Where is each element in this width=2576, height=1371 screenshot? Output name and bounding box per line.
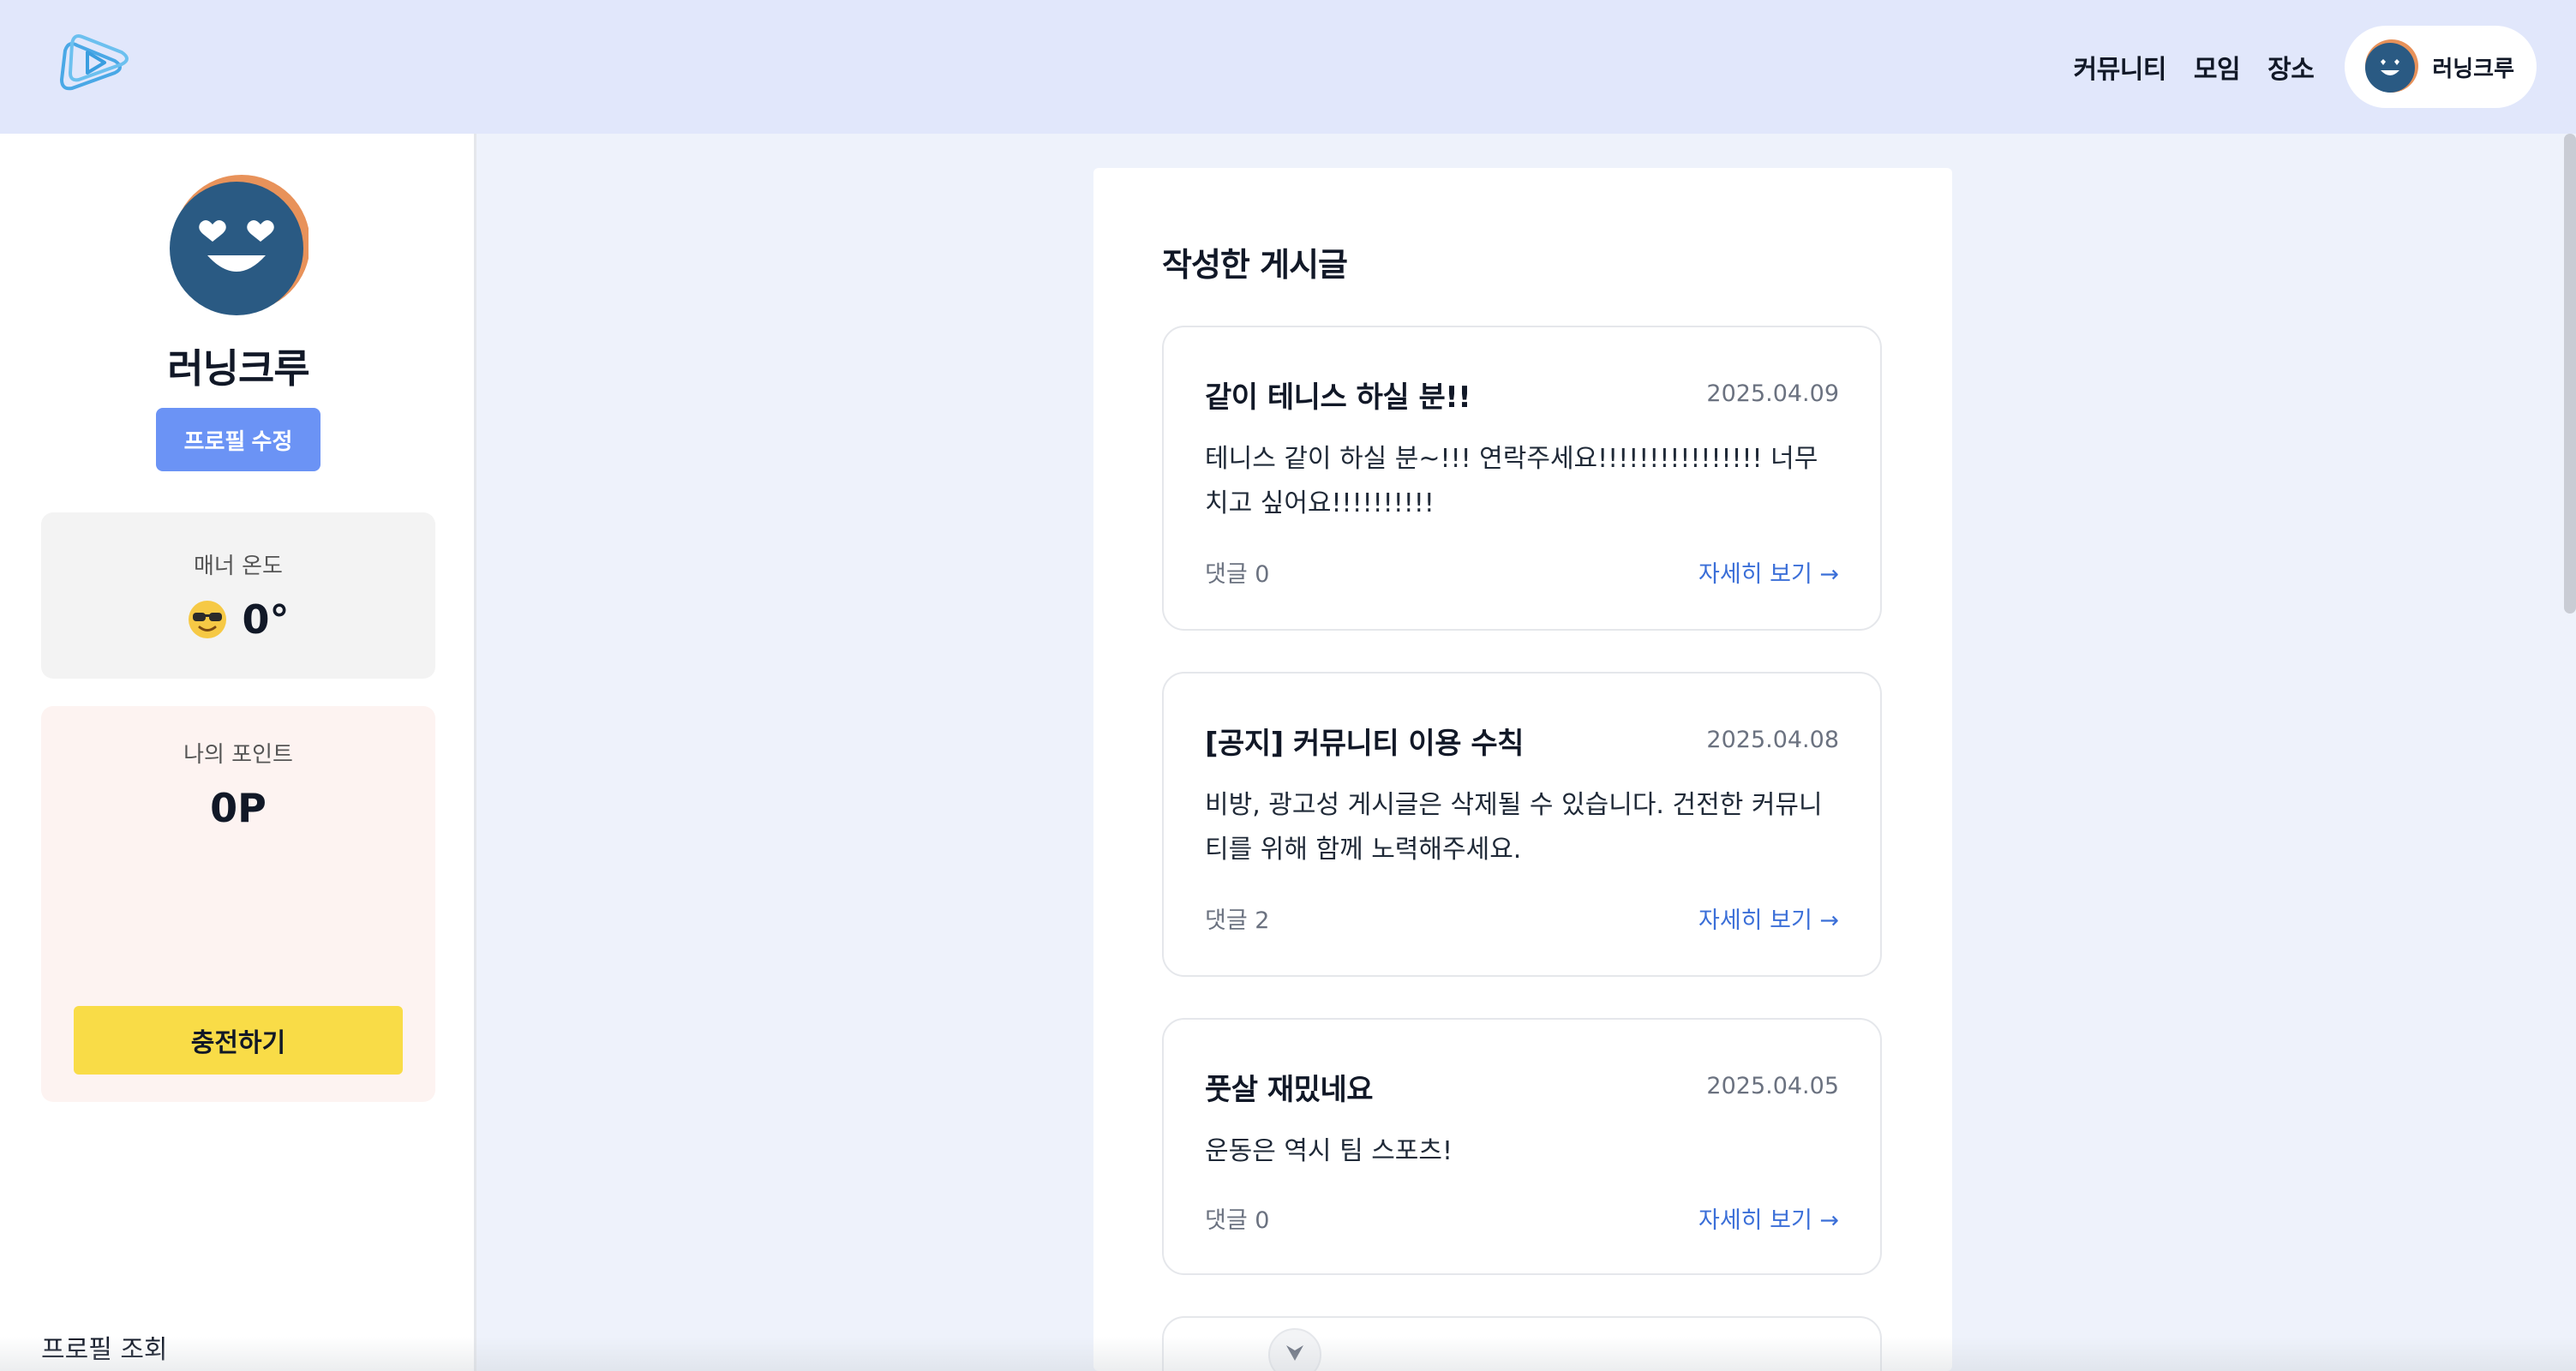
user-name: 러닝크루 bbox=[2432, 56, 2514, 82]
main-nav: 커뮤니티 모임 장소 러닝크루 bbox=[2074, 26, 2537, 108]
post-body: 비방, 광고성 게시글은 삭제될 수 있습니다. 건전한 커뮤니티를 위해 함께… bbox=[1205, 790, 1823, 865]
post-date: 2025.04.09 bbox=[1706, 380, 1839, 407]
top-header: 커뮤니티 모임 장소 러닝크루 bbox=[0, 0, 2576, 134]
points-card: 나의 포인트 0P 충전하기 bbox=[41, 706, 435, 1102]
manner-value-row: 0° bbox=[41, 596, 435, 643]
charge-button[interactable]: 충전하기 bbox=[74, 1006, 403, 1075]
points-label: 나의 포인트 bbox=[183, 742, 293, 768]
profile-sidebar: 러닝크루 프로필 수정 매너 온도 0° 나의 포인트 0P 충전하기 프로필 … bbox=[0, 134, 476, 1371]
post-body: 테니스 같이 하실 분~!!! 연락주세요!!!!!!!!!!!!!!!! 너무… bbox=[1205, 444, 1818, 518]
nav-place[interactable]: 장소 bbox=[2267, 48, 2315, 86]
post-comment-count: 댓글 0 bbox=[1205, 1207, 1270, 1234]
post-date: 2025.04.08 bbox=[1706, 727, 1839, 753]
post-title: 같이 테니스 하실 분!! bbox=[1205, 380, 1471, 415]
manner-temperature-card: 매너 온도 0° bbox=[41, 512, 435, 679]
post-card[interactable]: 풋살 재밌네요 2025.04.05 운동은 역시 팀 스포츠! 댓글 0 자세… bbox=[1162, 1018, 1882, 1275]
post-card[interactable]: [공지] 커뮤니티 이용 수칙 2025.04.08 비방, 광고성 게시글은 … bbox=[1162, 672, 1882, 977]
profile-avatar bbox=[170, 175, 309, 315]
nav-community[interactable]: 커뮤니티 bbox=[2074, 48, 2167, 86]
manner-value: 0° bbox=[242, 596, 290, 643]
post-date: 2025.04.05 bbox=[1706, 1073, 1839, 1099]
user-menu-button[interactable]: 러닝크루 bbox=[2345, 26, 2537, 108]
sunglasses-face-icon bbox=[189, 601, 227, 638]
post-detail-link[interactable]: 자세히 보기 → bbox=[1698, 901, 1839, 935]
profile-view-label: 프로필 조회 bbox=[41, 1335, 168, 1365]
chevron-down-icon bbox=[1286, 1345, 1303, 1361]
post-detail-link[interactable]: 자세히 보기 → bbox=[1698, 555, 1839, 589]
my-posts-panel: 작성한 게시글 같이 테니스 하실 분!! 2025.04.09 테니스 같이 … bbox=[1093, 168, 1952, 1371]
manner-label: 매너 온도 bbox=[194, 554, 283, 579]
post-detail-link[interactable]: 자세히 보기 → bbox=[1698, 1201, 1839, 1235]
play-logo-icon[interactable] bbox=[51, 28, 137, 105]
post-body: 운동은 역시 팀 스포츠! bbox=[1205, 1136, 1453, 1166]
smiley-avatar-icon bbox=[2365, 39, 2419, 93]
page-title: 작성한 게시글 bbox=[1162, 246, 1348, 284]
post-comment-count: 댓글 2 bbox=[1205, 907, 1270, 934]
profile-name: 러닝크루 bbox=[167, 345, 309, 392]
post-title: 풋살 재밌네요 bbox=[1205, 1073, 1374, 1107]
post-comment-count: 댓글 0 bbox=[1205, 561, 1270, 588]
nav-meetup[interactable]: 모임 bbox=[2194, 48, 2241, 86]
points-value: 0P bbox=[210, 785, 267, 831]
page-scrollbar[interactable] bbox=[2564, 134, 2576, 614]
post-card[interactable]: 같이 테니스 하실 분!! 2025.04.09 테니스 같이 하실 분~!!!… bbox=[1162, 326, 1882, 631]
edit-profile-button[interactable]: 프로필 수정 bbox=[156, 408, 321, 471]
post-title: [공지] 커뮤니티 이용 수칙 bbox=[1205, 727, 1524, 761]
